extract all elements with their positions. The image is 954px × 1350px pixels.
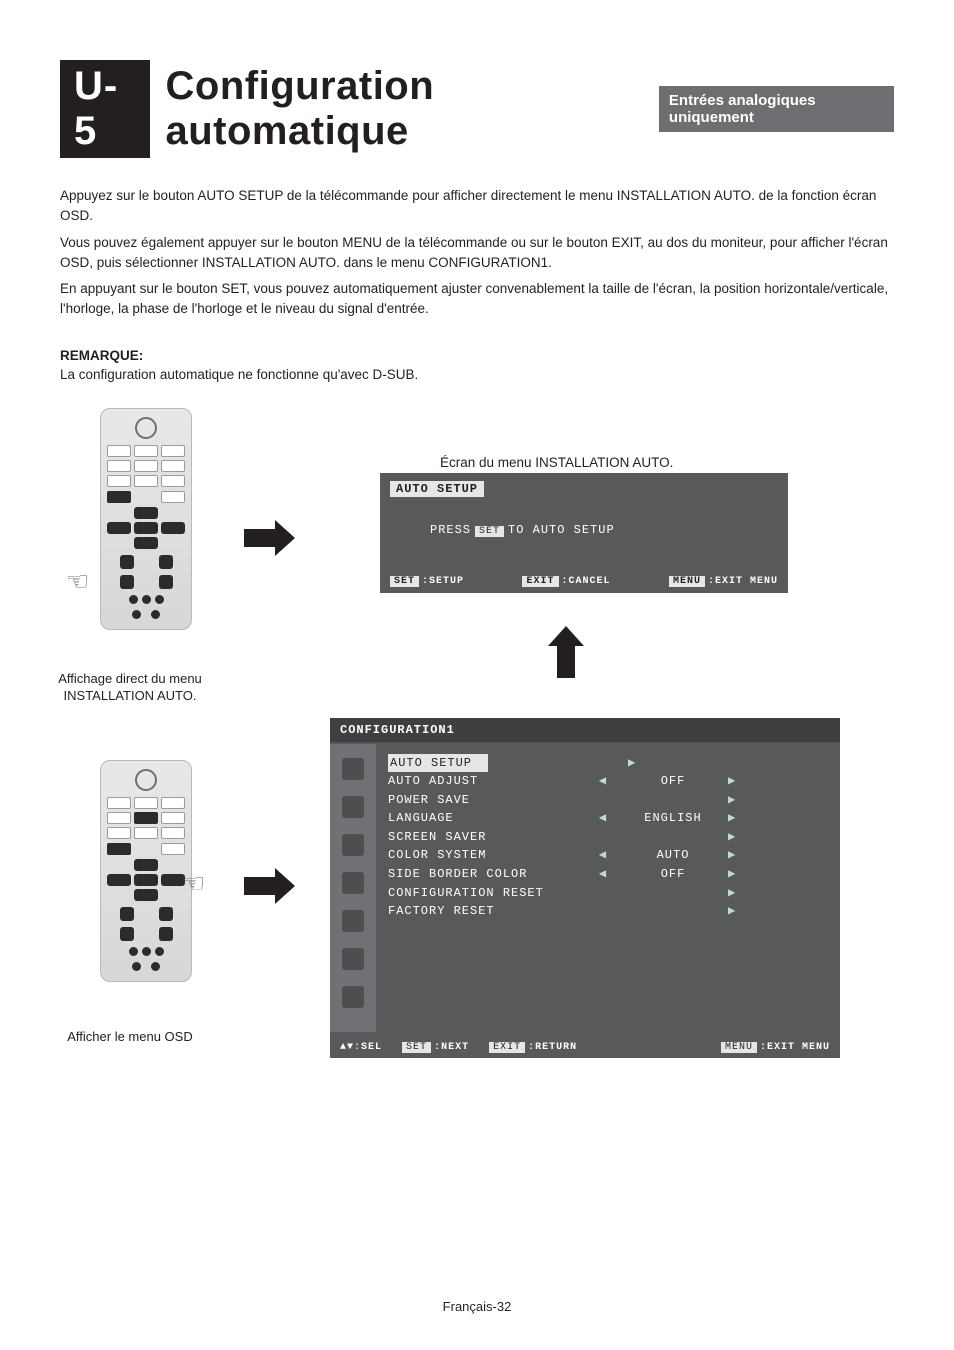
- para-2: Vous pouvez également appuyer sur le bou…: [60, 233, 894, 274]
- osd2-footer-next: SET:NEXT: [402, 1042, 469, 1053]
- osd2-sidebar: [330, 744, 376, 1032]
- osd1-prompt: PRESSSETTO AUTO SETUP: [430, 523, 615, 537]
- triangle-icon: ▶: [728, 865, 736, 884]
- osd2-row-label: SIDE BORDER COLOR: [388, 865, 588, 884]
- osd2-row-label: CONFIGURATION RESET: [388, 884, 588, 903]
- osd2-menu-row: SCREEN SAVER ▶: [388, 828, 818, 847]
- osd2-menu-row: AUTO ADJUST◀OFF▶: [388, 772, 818, 791]
- osd2-footer-return: EXIT:RETURN: [489, 1042, 577, 1053]
- triangle-icon: ◀: [588, 772, 618, 791]
- osd2-row-value: AUTO: [618, 846, 728, 865]
- osd2-footer-sel: ▲▼:SEL: [340, 1042, 382, 1053]
- note-heading: REMARQUE:: [60, 348, 894, 363]
- osd2-side-icon: [342, 834, 364, 856]
- osd2-menu-row: SIDE BORDER COLOR◀OFF▶: [388, 865, 818, 884]
- osd2-row-value: OFF: [618, 865, 728, 884]
- triangle-icon: ▶: [728, 902, 736, 921]
- arrow-up: [548, 626, 584, 678]
- header-badge: Entrées analogiques uniquement: [659, 86, 894, 132]
- para-3: En appuyant sur le bouton SET, vous pouv…: [60, 279, 894, 320]
- triangle-icon: ▶: [728, 884, 736, 903]
- osd2-menu-row: FACTORY RESET ▶: [388, 902, 818, 921]
- osd2-row-value: OFF: [618, 772, 728, 791]
- triangle-icon: ▶: [728, 791, 736, 810]
- triangle-icon: ▶: [628, 754, 636, 773]
- body-text: Appuyez sur le bouton AUTO SETUP de la t…: [60, 186, 894, 320]
- osd2-side-icon: [342, 948, 364, 970]
- osd2-row-value: ENGLISH: [618, 809, 728, 828]
- arrow-right-1: [244, 520, 295, 556]
- osd2-menu-row: CONFIGURATION RESET ▶: [388, 884, 818, 903]
- osd2-menu-list: AUTO SETUP▶AUTO ADJUST◀OFF▶POWER SAVE▶LA…: [388, 754, 818, 921]
- osd2-row-label: POWER SAVE: [388, 791, 588, 810]
- osd1-title: AUTO SETUP: [390, 481, 484, 497]
- osd2-side-icon: [342, 796, 364, 818]
- osd2-row-label: COLOR SYSTEM: [388, 846, 588, 865]
- osd2-side-icon: [342, 986, 364, 1008]
- osd2-title: CONFIGURATION1: [330, 718, 840, 742]
- osd-auto-setup: AUTO SETUP PRESSSETTO AUTO SETUP SET:SET…: [380, 473, 788, 593]
- triangle-icon: ▶: [728, 846, 736, 865]
- note-body: La configuration automatique ne fonction…: [60, 367, 894, 382]
- triangle-icon: ▶: [728, 809, 736, 828]
- remote-illustration-1: [100, 408, 192, 630]
- osd1-caption: Écran du menu INSTALLATION AUTO.: [440, 455, 673, 470]
- osd2-menu-row: LANGUAGE◀ENGLISH▶: [388, 809, 818, 828]
- osd2-row-label: SCREEN SAVER: [388, 828, 588, 847]
- caption-remote-1: Affichage direct du menu INSTALLATION AU…: [50, 670, 210, 705]
- arrow-right-2: [244, 868, 295, 904]
- osd2-side-icon: [342, 758, 364, 780]
- osd2-footer-exit: MENU:EXIT MENU: [721, 1042, 830, 1053]
- osd2-menu-row: AUTO SETUP ▶: [388, 754, 818, 773]
- triangle-icon: ▶: [728, 828, 736, 847]
- section-chip: U-5: [60, 60, 150, 158]
- pointing-hand-icon: ☞: [66, 566, 89, 597]
- triangle-icon: ◀: [588, 809, 618, 828]
- page-title: Configuration automatique: [166, 64, 643, 154]
- remote-illustration-2: [100, 760, 192, 982]
- osd2-row-label: FACTORY RESET: [388, 902, 588, 921]
- osd2-side-icon: [342, 910, 364, 932]
- osd-configuration1: CONFIGURATION1 AUTO SETUP▶AUTO ADJUST◀OF…: [330, 718, 840, 1058]
- caption-remote-2: Afficher le menu OSD: [50, 1028, 210, 1046]
- osd2-menu-row: POWER SAVE ▶: [388, 791, 818, 810]
- osd2-row-label: AUTO SETUP: [388, 754, 488, 773]
- para-1: Appuyez sur le bouton AUTO SETUP de la t…: [60, 186, 894, 227]
- osd2-row-label: LANGUAGE: [388, 809, 588, 828]
- osd2-menu-row: COLOR SYSTEM◀AUTO▶: [388, 846, 818, 865]
- triangle-icon: ◀: [588, 865, 618, 884]
- triangle-icon: ▶: [728, 772, 736, 791]
- osd2-side-icon: [342, 872, 364, 894]
- pointing-hand-icon-2: ☜: [182, 868, 205, 899]
- triangle-icon: ◀: [588, 846, 618, 865]
- osd2-row-label: AUTO ADJUST: [388, 772, 588, 791]
- page-number: Français-32: [0, 1299, 954, 1314]
